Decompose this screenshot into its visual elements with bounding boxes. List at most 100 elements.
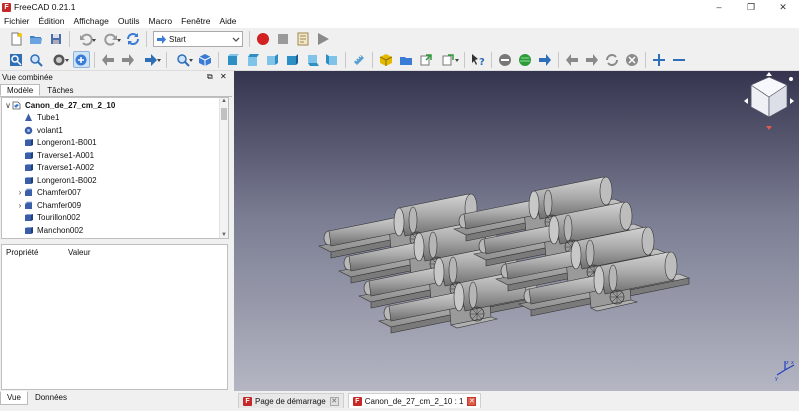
- whats-this-icon[interactable]: ?: [470, 51, 487, 68]
- model-tree: ∨ Canon_de_27_cm_2_10 Tube1 volant1 Longeron…: [1, 97, 229, 239]
- workbench-selector[interactable]: Start: [153, 31, 243, 47]
- tree-item[interactable]: Longeron1-B001: [16, 137, 97, 150]
- menu-macro[interactable]: Macro: [145, 14, 178, 28]
- view-axo-icon[interactable]: [197, 51, 214, 68]
- make-link-icon[interactable]: [418, 51, 435, 68]
- close-tab-icon[interactable]: ✕: [467, 396, 477, 406]
- create-part-icon[interactable]: [378, 51, 395, 68]
- run-macro-icon[interactable]: [315, 31, 332, 48]
- isometric-view-icon[interactable]: [172, 51, 194, 68]
- tab-vue[interactable]: Vue: [0, 391, 28, 405]
- web-refresh-icon[interactable]: [604, 51, 621, 68]
- tree-item[interactable]: Longeron1-B002: [16, 174, 97, 187]
- document-icon: [12, 101, 21, 110]
- 3d-viewport[interactable]: x z y: [234, 71, 799, 391]
- navigation-cube[interactable]: [739, 71, 799, 131]
- tree-item[interactable]: volant1: [16, 124, 63, 137]
- tab-start-page[interactable]: F Page de démarrage ✕: [238, 393, 344, 408]
- link-actions-icon[interactable]: [438, 51, 460, 68]
- tab-document[interactable]: F Canon_de_27_cm_2_10 : 1 ✕: [347, 393, 482, 408]
- redo-icon[interactable]: [100, 31, 122, 48]
- scroll-up-icon[interactable]: ▲: [220, 98, 228, 104]
- refresh-icon[interactable]: [125, 31, 142, 48]
- view-bottom-icon[interactable]: [304, 51, 321, 68]
- open-folder-icon[interactable]: [28, 31, 45, 48]
- tree-item[interactable]: Traverse1-A001: [16, 149, 94, 162]
- maximize-button[interactable]: ❐: [735, 0, 767, 14]
- tree-item[interactable]: Manchon002: [16, 224, 83, 237]
- web-forward-icon[interactable]: [584, 51, 601, 68]
- forward-arrow-icon[interactable]: [120, 51, 137, 68]
- draw-style-icon[interactable]: [48, 51, 70, 68]
- tab-document-label: Canon_de_27_cm_2_10 : 1: [364, 396, 464, 406]
- web-home-icon[interactable]: [517, 51, 534, 68]
- minimize-button[interactable]: –: [703, 0, 735, 14]
- stop-macro-icon[interactable]: [275, 31, 292, 48]
- view-front-icon[interactable]: [224, 51, 241, 68]
- close-button[interactable]: ✕: [767, 0, 799, 14]
- expand-arrow-icon[interactable]: ∨: [4, 101, 12, 110]
- fit-all-icon[interactable]: [8, 51, 25, 68]
- tab-taches[interactable]: Tâches: [40, 84, 80, 96]
- tree-root-item[interactable]: ∨ Canon_de_27_cm_2_10: [4, 99, 115, 112]
- separator: [372, 51, 373, 68]
- tree-scrollbar[interactable]: ▲ ▼: [219, 98, 228, 238]
- tree-item-label: Traverse1-A001: [37, 150, 95, 160]
- tree-item[interactable]: Traverse1-A002: [16, 162, 94, 175]
- scroll-down-icon[interactable]: ▼: [220, 232, 228, 238]
- record-macro-icon[interactable]: [255, 31, 272, 48]
- close-tab-icon[interactable]: ✕: [329, 396, 339, 406]
- separator: [218, 51, 219, 68]
- zoom-in-icon[interactable]: [651, 51, 668, 68]
- macro-editor-icon[interactable]: [295, 31, 312, 48]
- tree-item[interactable]: › Chamfer007: [16, 187, 81, 200]
- window-title: FreeCAD 0.21.1: [14, 2, 76, 12]
- close-panel-icon[interactable]: ✕: [220, 71, 227, 83]
- view-top-icon[interactable]: [244, 51, 261, 68]
- link-navigation-icon[interactable]: [140, 51, 162, 68]
- tree-item[interactable]: Tourillon002: [16, 212, 80, 225]
- zoom-out-icon[interactable]: [671, 51, 688, 68]
- solid-icon: [25, 214, 33, 222]
- view-right-icon[interactable]: [264, 51, 281, 68]
- tab-donnees[interactable]: Données: [28, 391, 74, 405]
- view-rear-icon[interactable]: [284, 51, 301, 68]
- undo-icon[interactable]: [75, 31, 97, 48]
- solid-icon: [25, 139, 33, 147]
- cannon-model[interactable]: [234, 71, 799, 391]
- menu-affichage[interactable]: Affichage: [70, 14, 114, 28]
- menu-edition[interactable]: Édition: [35, 14, 70, 28]
- menu-fenetre[interactable]: Fenêtre: [177, 14, 215, 28]
- document-tabs: F Page de démarrage ✕ F Canon_de_27_cm_2…: [234, 391, 799, 408]
- scroll-thumb[interactable]: [221, 108, 227, 120]
- create-group-icon[interactable]: [398, 51, 415, 68]
- expand-arrow-icon[interactable]: ›: [16, 188, 24, 197]
- bounding-box-icon[interactable]: [72, 51, 90, 68]
- back-arrow-icon[interactable]: [100, 51, 117, 68]
- new-document-icon[interactable]: [8, 31, 25, 48]
- stop-navigation-icon[interactable]: [497, 51, 514, 68]
- web-next-icon[interactable]: [537, 51, 554, 68]
- tab-modele[interactable]: Modèle: [0, 84, 41, 96]
- fit-selection-icon[interactable]: [28, 51, 45, 68]
- property-column-header[interactable]: Propriété: [2, 248, 64, 257]
- separator: [166, 51, 167, 68]
- chamfer-icon: [24, 201, 32, 209]
- float-panel-icon[interactable]: ⧉: [207, 71, 213, 83]
- freecad-logo-icon: F: [352, 396, 362, 406]
- property-header: Propriété Valeur: [2, 245, 227, 259]
- part-icon: [24, 126, 33, 135]
- menu-fichier[interactable]: Fichier: [0, 14, 35, 28]
- menu-outils[interactable]: Outils: [114, 14, 145, 28]
- expand-arrow-icon[interactable]: ›: [16, 201, 24, 210]
- web-stop-icon[interactable]: [624, 51, 641, 68]
- tree-item[interactable]: Tube1: [16, 112, 59, 125]
- view-left-icon[interactable]: [324, 51, 341, 68]
- save-icon[interactable]: [48, 31, 65, 48]
- web-back-icon[interactable]: [564, 51, 581, 68]
- menu-aide[interactable]: Aide: [215, 14, 241, 28]
- value-column-header[interactable]: Valeur: [64, 248, 91, 257]
- separator: [491, 51, 492, 68]
- tree-item[interactable]: › Chamfer009: [16, 199, 81, 212]
- measure-icon[interactable]: [351, 51, 368, 68]
